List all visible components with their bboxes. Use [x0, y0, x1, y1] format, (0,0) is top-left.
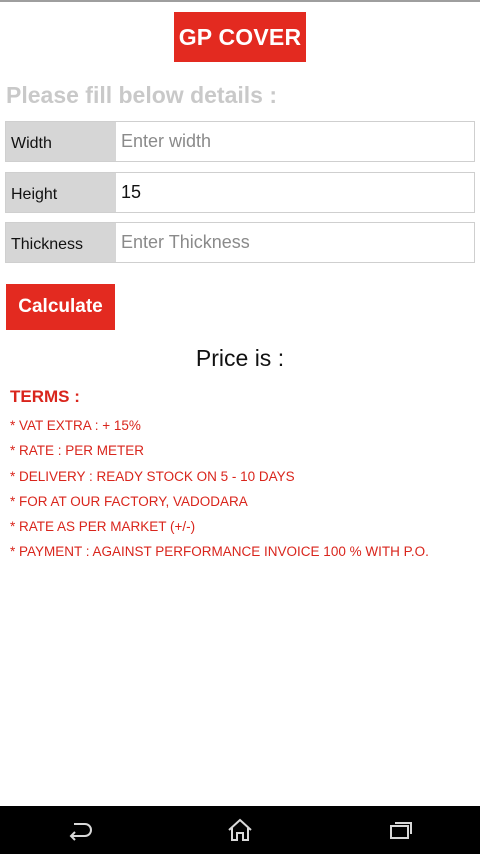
- width-label: Width: [6, 122, 116, 161]
- thickness-input[interactable]: [116, 223, 474, 262]
- calculate-button[interactable]: Calculate: [6, 284, 115, 330]
- terms-title: TERMS :: [10, 387, 80, 406]
- recents-button[interactable]: [320, 806, 480, 854]
- status-bar-strip: [0, 0, 480, 2]
- form-prompt: Please fill below details :: [6, 82, 277, 108]
- home-icon: [228, 818, 252, 841]
- android-nav-bar: [0, 806, 480, 854]
- terms-item: * FOR AT OUR FACTORY, VADODARA: [10, 493, 248, 509]
- thickness-row: Thickness: [5, 222, 475, 263]
- back-icon: [69, 823, 92, 841]
- width-input[interactable]: [116, 122, 474, 161]
- terms-item: * RATE : PER METER: [10, 443, 145, 459]
- terms-item: * PAYMENT : AGAINST PERFORMANCE INVOICE …: [10, 544, 429, 560]
- gp-cover-title-button[interactable]: GP COVER: [174, 12, 306, 62]
- height-row: Height: [5, 172, 475, 213]
- height-label: Height: [6, 173, 116, 212]
- width-row: Width: [5, 121, 475, 162]
- height-input[interactable]: [116, 173, 474, 212]
- price-result: Price is :: [195, 345, 285, 371]
- terms-item: * RATE AS PER MARKET (+/-): [10, 519, 196, 535]
- back-button[interactable]: [0, 806, 160, 854]
- terms-item: * DELIVERY : READY STOCK ON 5 - 10 DAYS: [10, 468, 295, 484]
- terms-item: * VAT EXTRA : + 15%: [10, 418, 141, 433]
- home-button[interactable]: [160, 806, 320, 854]
- recents-icon: [390, 822, 412, 839]
- thickness-label: Thickness: [6, 223, 116, 262]
- terms-list: * VAT EXTRA : + 15% * RATE : PER METER *…: [10, 418, 429, 570]
